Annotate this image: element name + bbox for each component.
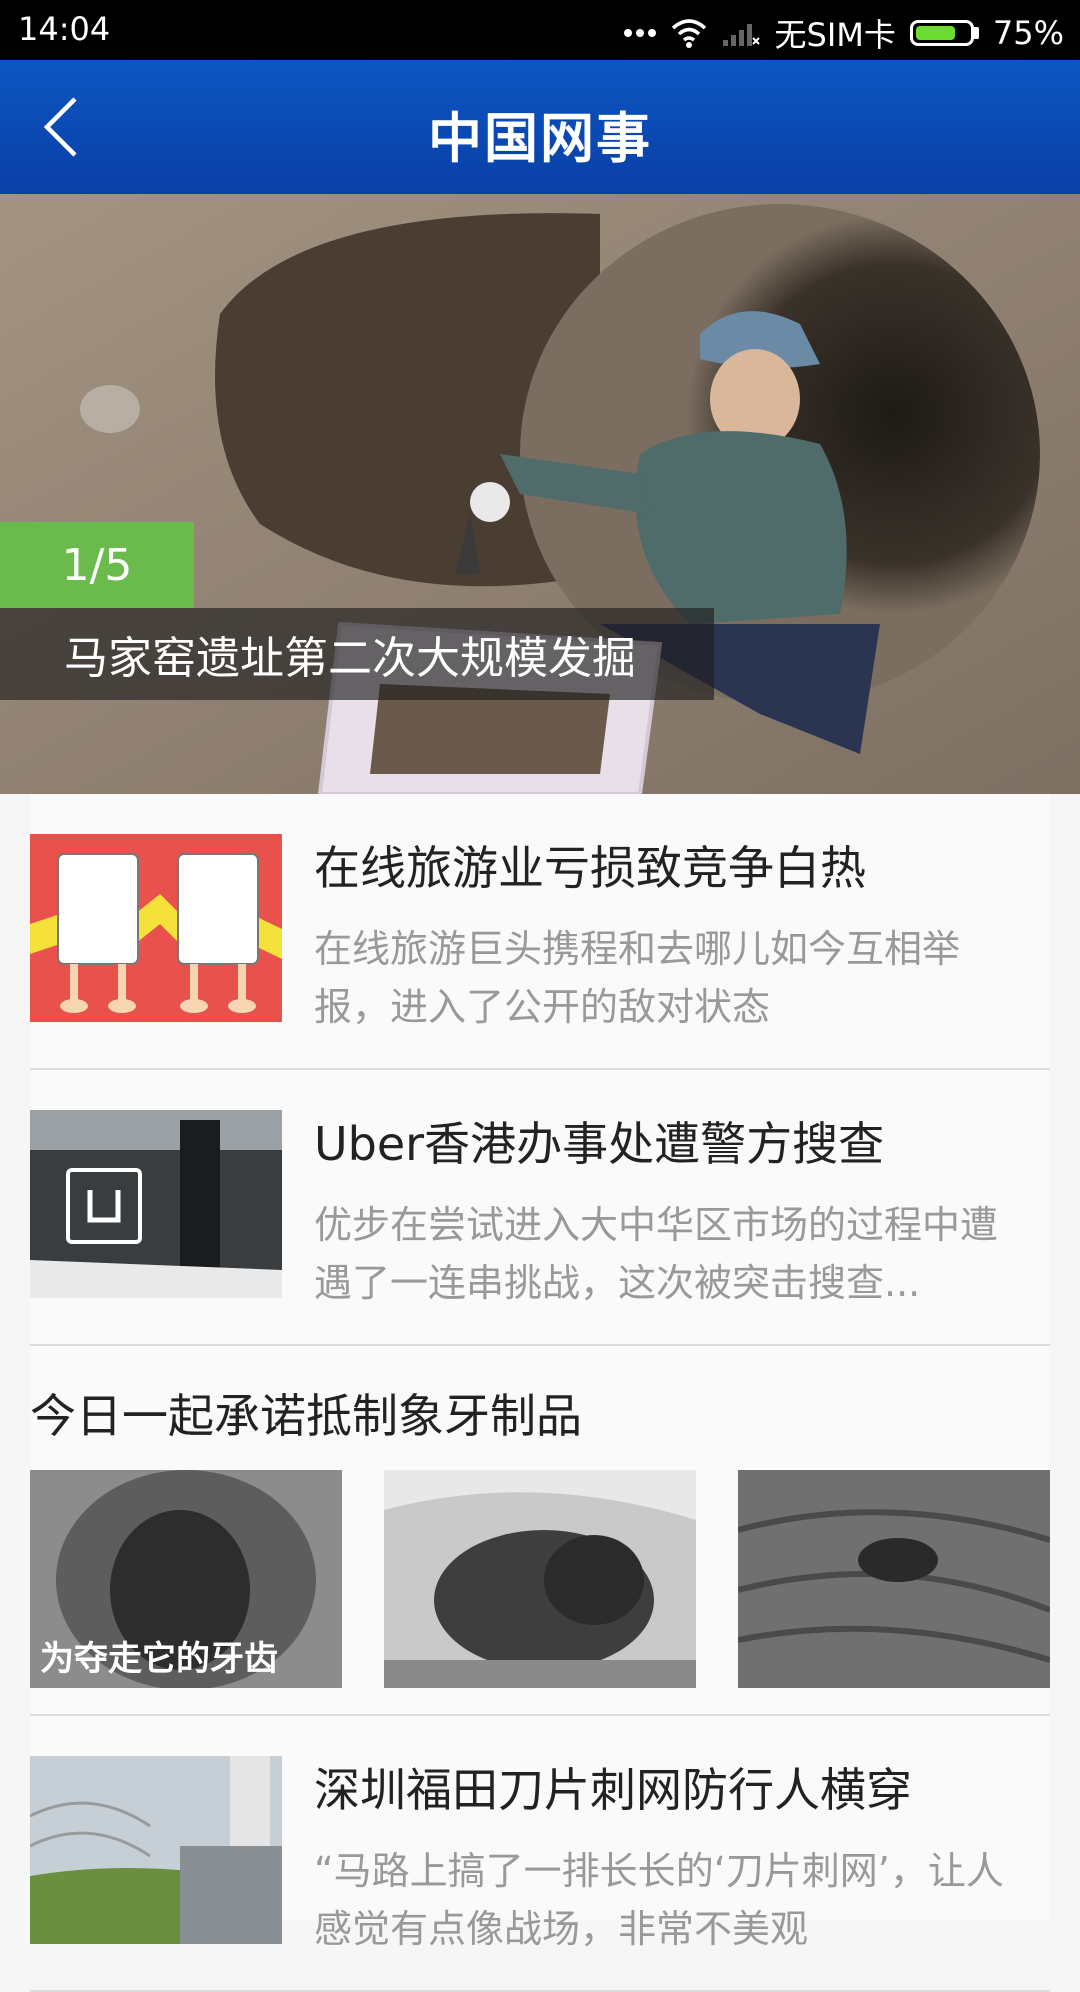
- news-thumbnail: [30, 1110, 282, 1298]
- news-summary: 在线旅游巨头携程和去哪儿如今互相举报，进入了公开的敌对状态: [314, 927, 961, 1029]
- gallery-image[interactable]: [384, 1470, 696, 1688]
- news-feed: 在线旅游业亏损致竞争白热 在线旅游巨头携程和去哪儿如今互相举报，进入了公开的敌对…: [30, 794, 1050, 1992]
- status-bar: 14:04 无SIM卡 75%: [0, 0, 1080, 60]
- news-headline: Uber香港办事处遭警方搜查: [314, 1117, 885, 1171]
- status-time: 14:04: [18, 10, 111, 48]
- gallery-image[interactable]: 为夺走它的牙齿: [30, 1470, 342, 1688]
- carousel-caption[interactable]: 马家窑遗址第二次大规模发掘: [0, 608, 714, 700]
- wifi-icon: [671, 18, 707, 48]
- battery-icon: [909, 20, 979, 46]
- carousel-counter: 1/5: [0, 522, 194, 608]
- gallery-image-caption: 为夺走它的牙齿: [40, 1639, 278, 1679]
- signal-icon: [721, 18, 761, 48]
- dots-icon: [623, 27, 657, 39]
- hero-carousel[interactable]: 1/5 马家窑遗址第二次大规模发掘: [0, 194, 1080, 794]
- news-thumbnail: [30, 834, 282, 1022]
- photo-gallery[interactable]: 今日一起承诺抵制象牙制品 为夺走它的牙齿: [30, 1346, 1050, 1716]
- news-summary: 优步在尝试进入大中华区市场的过程中遭遇了一连串挑战，这次被突击搜查...: [314, 1203, 999, 1305]
- battery-percent: 75%: [992, 14, 1064, 52]
- gallery-title: 今日一起承诺抵制象牙制品: [30, 1389, 582, 1443]
- app-bar: 中国网事: [0, 60, 1080, 194]
- news-item[interactable]: Uber香港办事处遭警方搜查 优步在尝试进入大中华区市场的过程中遭遇了一连串挑战…: [30, 1070, 1050, 1346]
- page-title: 中国网事: [428, 107, 652, 170]
- news-item[interactable]: 在线旅游业亏损致竞争白热 在线旅游巨头携程和去哪儿如今互相举报，进入了公开的敌对…: [30, 794, 1050, 1070]
- news-headline: 深圳福田刀片刺网防行人横穿: [314, 1763, 912, 1817]
- news-thumbnail: [30, 1756, 282, 1944]
- news-summary: “马路上搞了一排长长的‘刀片刺网’，让人感觉有点像战场，非常不美观: [314, 1849, 1004, 1951]
- hero-image: [0, 194, 1080, 794]
- gallery-image[interactable]: [738, 1470, 1050, 1688]
- news-item[interactable]: 深圳福田刀片刺网防行人横穿 “马路上搞了一排长长的‘刀片刺网’，让人感觉有点像战…: [30, 1716, 1050, 1992]
- carrier-label: 无SIM卡: [774, 16, 896, 54]
- news-headline: 在线旅游业亏损致竞争白热: [314, 841, 866, 895]
